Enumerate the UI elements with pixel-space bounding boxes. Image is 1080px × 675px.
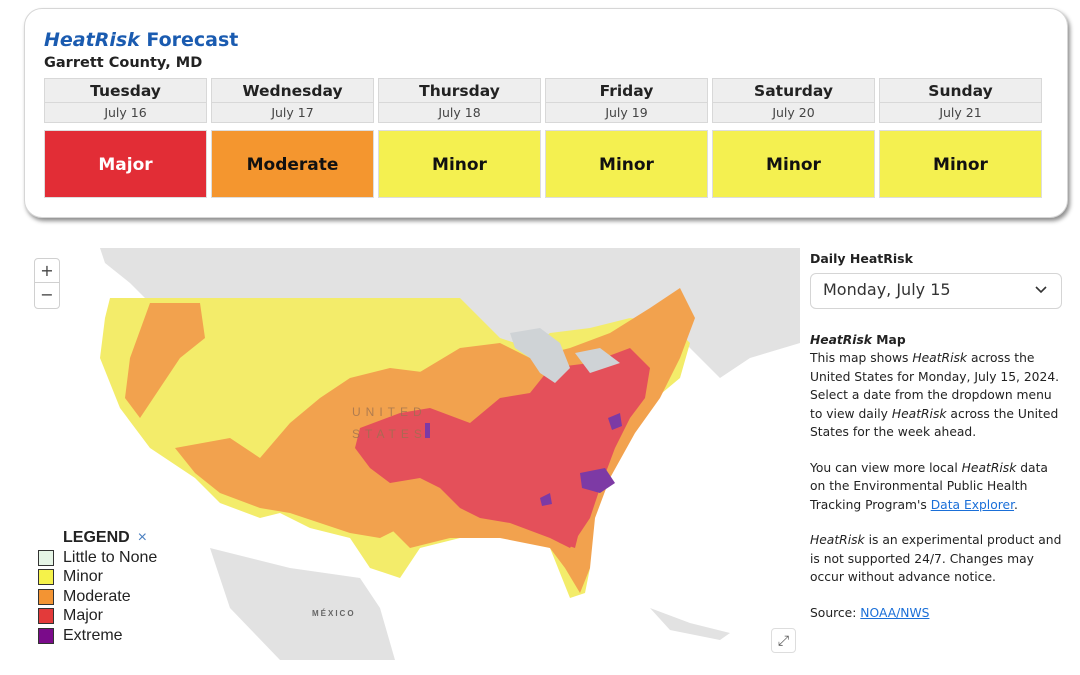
heatrisk-map[interactable]: UNITED STATES MÉXICO + − LEGEND × Little … — [30, 248, 800, 660]
chevron-down-icon — [1035, 281, 1047, 300]
forecast-days: Tuesday July 16 Major Wednesday July 17 Moder… — [44, 78, 1042, 198]
p2-italic: HeatRisk — [961, 460, 1017, 475]
daily-heatrisk-label: Daily HeatRisk — [810, 251, 913, 266]
selected-date: Monday, July 15 — [823, 280, 951, 300]
legend-swatch — [38, 608, 54, 625]
legend-label: Minor — [63, 568, 104, 586]
map-legend: LEGEND × Little to None Minor Moderate Major… — [38, 528, 157, 646]
disclaimer-paragraph: HeatRisk is an experimental product and … — [810, 531, 1065, 587]
day-header: Tuesday July 16 — [44, 78, 207, 123]
day-header: Wednesday July 17 — [211, 78, 374, 123]
legend-title: LEGEND — [63, 529, 130, 546]
forecast-day-saturday: Saturday July 20 Minor — [712, 78, 875, 198]
cuba-landmass — [650, 608, 730, 640]
risk-level-badge: Minor — [712, 130, 875, 198]
p1-text-a: This map shows — [810, 351, 913, 365]
p1-italic: HeatRisk — [912, 351, 968, 365]
legend-item: Minor — [38, 568, 157, 588]
zoom-out-button[interactable]: − — [35, 283, 59, 307]
source-label: Source: — [810, 605, 861, 620]
p1-italic-2: HeatRisk — [891, 406, 947, 421]
day-header: Saturday July 20 — [712, 78, 875, 123]
legend-label: Extreme — [63, 626, 123, 644]
day-name: Saturday — [713, 79, 874, 103]
p3-italic: HeatRisk — [810, 533, 865, 547]
day-date: July 19 — [605, 105, 648, 120]
heatrisk-map-heading: HeatRisk Map — [810, 331, 1065, 350]
legend-items: Little to None Minor Moderate Major Extreme — [38, 548, 157, 646]
legend-close-icon[interactable]: × — [138, 529, 147, 546]
day-name: Tuesday — [45, 79, 206, 103]
heatrisk-forecast-card: HeatRisk Forecast Garrett County, MD Tue… — [24, 8, 1068, 218]
forecast-title: HeatRisk Forecast — [44, 29, 238, 51]
noaa-nws-link[interactable]: NOAA/NWS — [860, 606, 929, 620]
location-label: Garrett County, MD — [44, 55, 203, 71]
legend-swatch — [38, 588, 54, 605]
legend-label: Moderate — [63, 587, 131, 605]
data-explorer-paragraph: You can view more local HeatRisk data on… — [810, 459, 1065, 515]
source-paragraph: Source: NOAA/NWS — [810, 604, 1065, 623]
united-label: UNITED — [352, 405, 427, 419]
day-header: Sunday July 21 — [879, 78, 1042, 123]
day-name: Thursday — [379, 79, 540, 103]
p2-text-a: You can view more local — [810, 460, 962, 475]
date-select-dropdown[interactable]: Monday, July 15 — [810, 272, 1062, 309]
legend-item: Moderate — [38, 587, 157, 607]
heading-rest: Map — [872, 332, 906, 347]
risk-level-badge: Major — [44, 130, 207, 198]
legend-swatch — [38, 627, 54, 644]
zoom-control: + − — [34, 258, 60, 309]
states-label: STATES — [352, 427, 427, 441]
risk-level-badge: Minor — [378, 130, 541, 198]
day-name: Wednesday — [212, 79, 373, 103]
forecast-day-thursday: Thursday July 18 Minor — [378, 78, 541, 198]
zoom-in-button[interactable]: + — [35, 259, 59, 283]
risk-level-badge: Moderate — [211, 130, 374, 198]
p2-text-c: . — [1014, 497, 1018, 512]
legend-item: Little to None — [38, 548, 157, 568]
fullscreen-expand-button[interactable]: ⤢ — [771, 628, 796, 653]
map-info-sidebar: Daily HeatRisk Monday, July 15 HeatRisk … — [810, 250, 1065, 639]
forecast-day-tuesday: Tuesday July 16 Major — [44, 78, 207, 198]
risk-level-badge: Minor — [879, 130, 1042, 198]
map-description: This map shows HeatRisk across the Unite… — [810, 349, 1065, 442]
day-date: July 16 — [104, 105, 147, 120]
day-date: July 21 — [939, 105, 982, 120]
legend-item: Major — [38, 607, 157, 627]
risk-level-badge: Minor — [545, 130, 708, 198]
day-header: Thursday July 18 — [378, 78, 541, 123]
forecast-title-italic: HeatRisk — [44, 29, 140, 51]
day-date: July 18 — [438, 105, 481, 120]
data-explorer-link[interactable]: Data Explorer — [931, 498, 1014, 512]
legend-swatch — [38, 569, 54, 586]
forecast-day-friday: Friday July 19 Minor — [545, 78, 708, 198]
legend-title-row: LEGEND × — [38, 528, 157, 548]
forecast-day-sunday: Sunday July 21 Minor — [879, 78, 1042, 198]
day-header: Friday July 19 — [545, 78, 708, 123]
forecast-title-rest: Forecast — [139, 29, 239, 51]
legend-swatch — [38, 549, 54, 566]
day-date: July 17 — [271, 105, 314, 120]
heading-italic: HeatRisk — [810, 332, 872, 347]
mexico-label: MÉXICO — [312, 609, 356, 618]
day-date: July 20 — [772, 105, 815, 120]
forecast-day-wednesday: Wednesday July 17 Moderate — [211, 78, 374, 198]
legend-label: Major — [63, 607, 104, 625]
expand-icon: ⤢ — [777, 633, 790, 649]
legend-label: Little to None — [63, 548, 158, 566]
day-name: Sunday — [880, 79, 1041, 103]
legend-item: Extreme — [38, 626, 157, 646]
mexico-landmass — [210, 548, 395, 660]
day-name: Friday — [546, 79, 707, 103]
